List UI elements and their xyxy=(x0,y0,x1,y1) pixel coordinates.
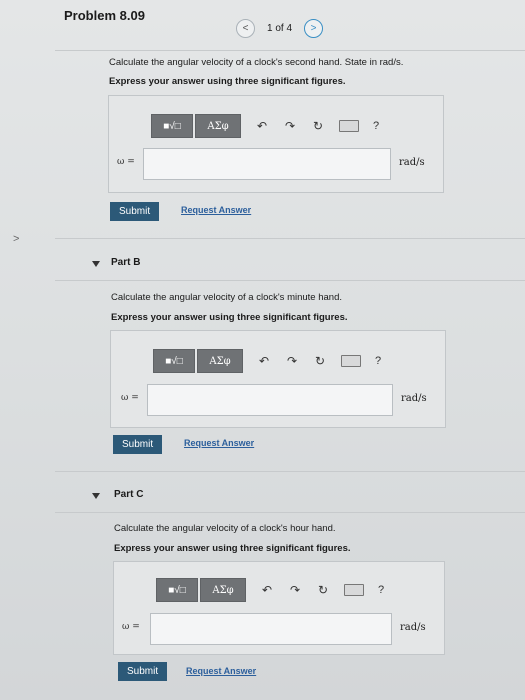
part-b-question: Calculate the angular velocity of a cloc… xyxy=(111,292,342,303)
part-a-question: Calculate the angular velocity of a cloc… xyxy=(109,57,404,68)
part-c-instruction: Express your answer using three signific… xyxy=(114,543,351,554)
help-icon[interactable]: ? xyxy=(375,355,381,367)
part-a-submit-button[interactable]: Submit xyxy=(110,202,160,221)
part-b-request-answer-link[interactable]: Request Answer xyxy=(184,438,254,448)
omega-label: ω = xyxy=(121,393,139,403)
next-page-button[interactable]: > xyxy=(304,19,324,38)
undo-icon[interactable]: ↶ xyxy=(257,354,271,368)
help-icon[interactable]: ? xyxy=(373,120,379,132)
header-divider xyxy=(55,50,525,51)
part-a-math-toolbar: ■√□ ΑΣφ ↶ ↷ ↻ ? xyxy=(151,114,379,138)
part-b-instruction: Express your answer using three signific… xyxy=(111,312,348,323)
redo-icon[interactable]: ↷ xyxy=(288,583,302,597)
templates-button[interactable]: ■√□ xyxy=(153,349,195,373)
part-a-unit: rad/s xyxy=(399,157,425,168)
part-b-answer-box: ■√□ ΑΣφ ↶ ↷ ↻ ? ω = rad/s xyxy=(110,330,446,428)
part-c-question: Calculate the angular velocity of a cloc… xyxy=(114,523,336,534)
part-c-unit: rad/s xyxy=(400,622,426,633)
undo-icon[interactable]: ↶ xyxy=(255,119,269,133)
part-c-request-answer-link[interactable]: Request Answer xyxy=(186,666,256,676)
omega-label: ω = xyxy=(117,157,135,167)
part-c-submit-button[interactable]: Submit xyxy=(118,662,168,681)
part-c-title: Part C xyxy=(114,489,144,500)
expand-sidebar-icon[interactable]: > xyxy=(13,233,19,245)
part-c-answer-input[interactable] xyxy=(150,613,392,645)
page: Problem 8.09 < 1 of 4 > > Calculate the … xyxy=(0,0,525,700)
part-b-submit-button[interactable]: Submit xyxy=(113,435,163,454)
part-a-instruction: Express your answer using three signific… xyxy=(109,76,346,87)
part-b-title: Part B xyxy=(111,257,141,268)
prev-page-button[interactable]: < xyxy=(236,19,255,38)
problem-title: Problem 8.09 xyxy=(64,8,145,23)
part-a-request-answer-link[interactable]: Request Answer xyxy=(181,205,251,215)
part-c-answer-box: ■√□ ΑΣφ ↶ ↷ ↻ ? ω = rad/s xyxy=(113,561,445,655)
templates-button[interactable]: ■√□ xyxy=(156,578,198,602)
part-b-math-toolbar: ■√□ ΑΣφ ↶ ↷ ↻ ? xyxy=(153,349,381,373)
part-c-math-toolbar: ■√□ ΑΣφ ↶ ↷ ↻ ? xyxy=(156,578,384,602)
greek-symbols-button[interactable]: ΑΣφ xyxy=(200,578,246,602)
part-b-collapse-icon[interactable] xyxy=(92,261,100,267)
keyboard-icon[interactable] xyxy=(339,120,359,132)
greek-symbols-button[interactable]: ΑΣφ xyxy=(195,114,241,138)
undo-icon[interactable]: ↶ xyxy=(260,583,274,597)
part-c-collapse-icon[interactable] xyxy=(92,493,100,499)
reset-icon[interactable]: ↻ xyxy=(311,119,325,133)
greek-symbols-button[interactable]: ΑΣφ xyxy=(197,349,243,373)
redo-icon[interactable]: ↷ xyxy=(283,119,297,133)
divider xyxy=(55,280,525,281)
part-b-answer-input[interactable] xyxy=(147,384,393,416)
pager: < 1 of 4 > xyxy=(236,19,324,38)
keyboard-icon[interactable] xyxy=(341,355,361,367)
reset-icon[interactable]: ↻ xyxy=(313,354,327,368)
help-icon[interactable]: ? xyxy=(378,584,384,596)
part-a-answer-box: ■√□ ΑΣφ ↶ ↷ ↻ ? ω = rad/s xyxy=(108,95,444,193)
omega-label: ω = xyxy=(122,622,140,632)
reset-icon[interactable]: ↻ xyxy=(316,583,330,597)
divider xyxy=(55,512,525,513)
page-indicator: 1 of 4 xyxy=(267,23,293,34)
keyboard-icon[interactable] xyxy=(344,584,364,596)
divider xyxy=(55,471,525,472)
part-b-unit: rad/s xyxy=(401,393,427,404)
templates-button[interactable]: ■√□ xyxy=(151,114,193,138)
redo-icon[interactable]: ↷ xyxy=(285,354,299,368)
divider xyxy=(55,238,525,239)
part-a-answer-input[interactable] xyxy=(143,148,391,180)
